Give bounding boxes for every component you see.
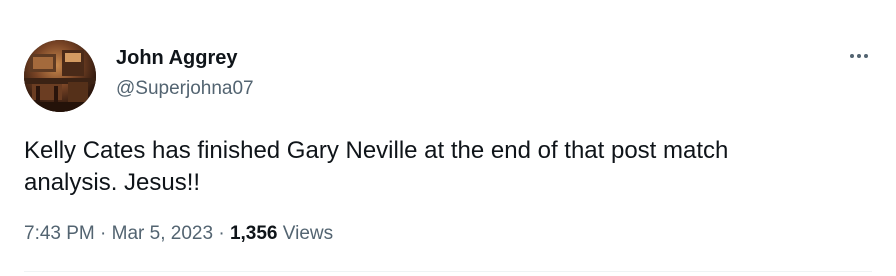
tweet-time: 7:43 PM xyxy=(24,223,95,244)
meta-separator: · xyxy=(100,223,107,244)
divider xyxy=(24,271,872,272)
more-options-button[interactable] xyxy=(846,46,872,66)
views-link[interactable]: 1,356 Views xyxy=(230,223,333,244)
tweet-text: Kelly Cates has finished Gary Neville at… xyxy=(24,137,729,196)
avatar[interactable] xyxy=(24,40,96,112)
views-label: Views xyxy=(282,223,334,244)
views-count: 1,356 xyxy=(229,223,278,244)
tweet-meta: 7:43 PM · Mar 5, 2023 · 1,356 Views xyxy=(24,221,333,247)
tweet-time-link[interactable]: 7:43 PM · Mar 5, 2023 xyxy=(24,223,213,244)
avatar-photo-icon xyxy=(24,40,96,112)
author-handle[interactable]: @Superjohna07 xyxy=(116,76,254,102)
tweet-card: John Aggrey @Superjohna07 Kelly Cates ha… xyxy=(0,0,896,276)
author-name[interactable]: John Aggrey xyxy=(116,45,238,71)
more-options-icon xyxy=(850,54,868,58)
tweet-date: Mar 5, 2023 xyxy=(111,223,214,244)
meta-separator: · xyxy=(218,223,225,244)
